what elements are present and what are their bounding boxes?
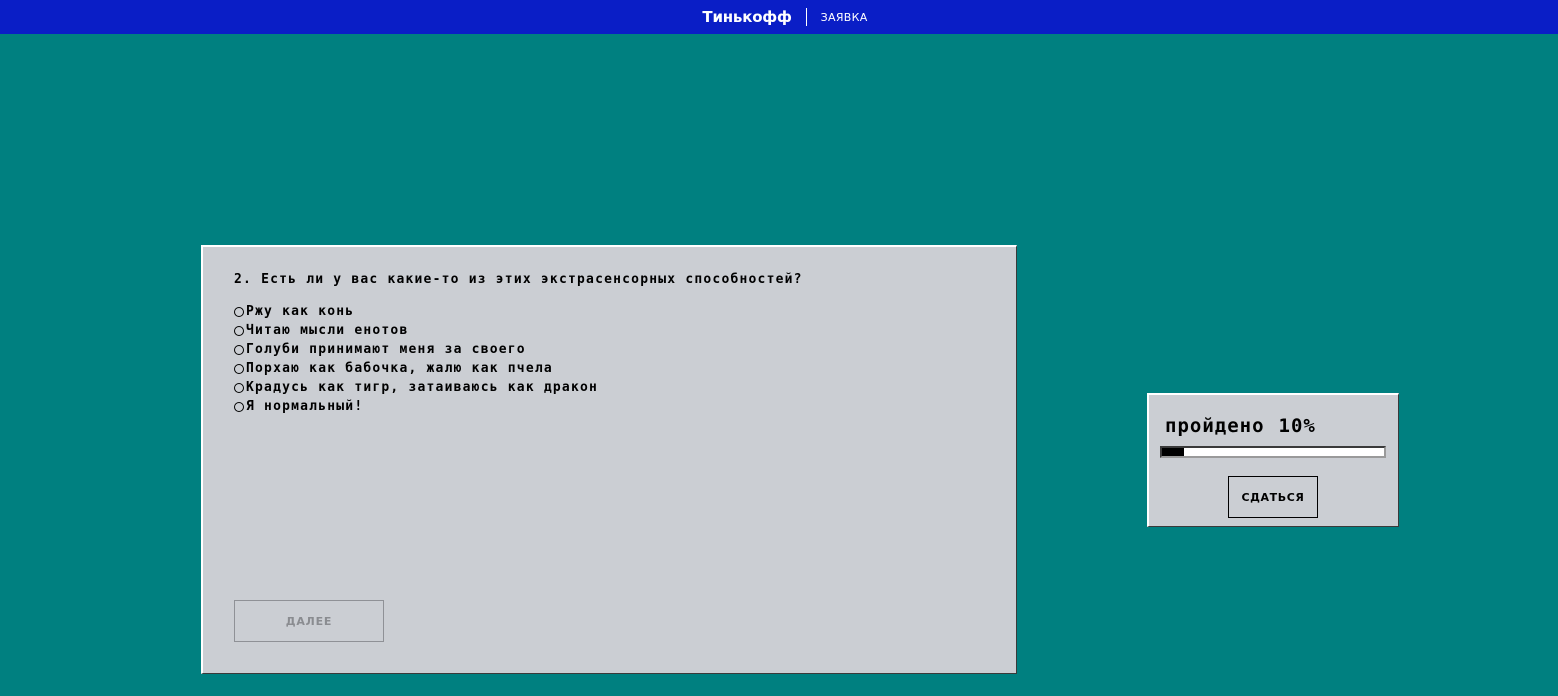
option-label: Порхаю как бабочка, жалю как пчела xyxy=(246,361,553,376)
radio-button[interactable] xyxy=(234,363,244,374)
option-4[interactable]: Крадусь как тигр, затаиваюсь как дракон xyxy=(234,378,598,397)
radio-button[interactable] xyxy=(234,325,244,336)
question-window: 2. Есть ли у вас какие-то из этих экстра… xyxy=(201,245,1017,674)
option-label: Я нормальный! xyxy=(246,399,364,414)
progress-text: пройдено xyxy=(1165,415,1265,437)
option-2[interactable]: Голуби принимают меня за своего xyxy=(234,340,598,359)
progress-bar xyxy=(1160,446,1386,458)
option-label: Ржу как конь xyxy=(246,304,355,319)
option-label: Голуби принимают меня за своего xyxy=(246,342,526,357)
top-bar: Тинькофф ЗАЯВКА xyxy=(0,0,1558,34)
radio-button[interactable] xyxy=(234,401,244,412)
radio-button[interactable] xyxy=(234,306,244,317)
progress-fill xyxy=(1162,448,1185,456)
progress-window: пройдено 10% СДАТЬСЯ xyxy=(1147,393,1399,527)
option-5[interactable]: Я нормальный! xyxy=(234,397,598,416)
options-list: Ржу как конь Читаю мысли енотов Голуби п… xyxy=(234,302,598,416)
progress-percent: 10% xyxy=(1278,415,1316,437)
next-button[interactable]: ДАЛЕЕ xyxy=(234,600,384,642)
surrender-button[interactable]: СДАТЬСЯ xyxy=(1228,476,1318,518)
option-1[interactable]: Читаю мысли енотов xyxy=(234,321,598,340)
brand-logo[interactable]: Тинькофф xyxy=(702,8,807,26)
option-label: Крадусь как тигр, затаиваюсь как дракон xyxy=(246,380,599,395)
question-title: 2. Есть ли у вас какие-то из этих экстра… xyxy=(234,272,803,287)
option-label: Читаю мысли енотов xyxy=(246,323,409,338)
option-0[interactable]: Ржу как конь xyxy=(234,302,598,321)
radio-button[interactable] xyxy=(234,382,244,393)
section-title: ЗАЯВКА xyxy=(820,10,868,24)
radio-button[interactable] xyxy=(234,344,244,355)
option-3[interactable]: Порхаю как бабочка, жалю как пчела xyxy=(234,359,598,378)
progress-label: пройдено 10% xyxy=(1165,415,1316,437)
